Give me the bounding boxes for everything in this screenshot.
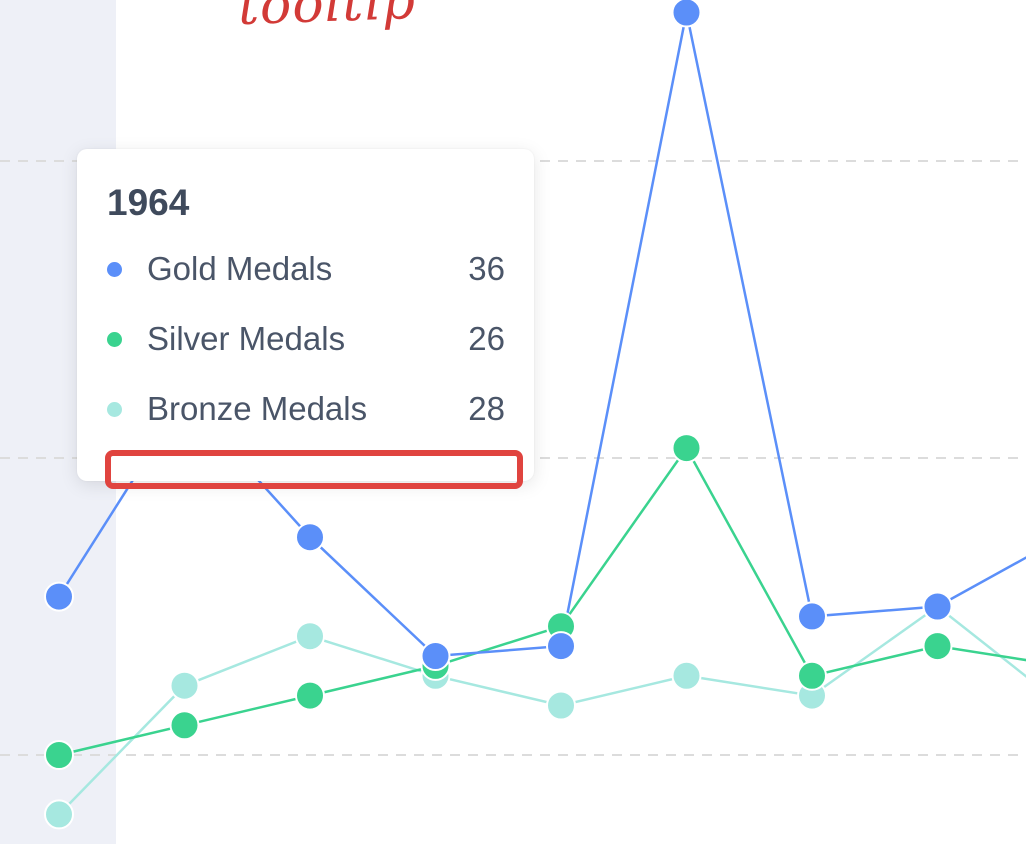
tooltip-annotation: tooltip	[237, 0, 417, 38]
data-point-bronze-medals[interactable]	[671, 660, 702, 691]
chart-tooltip: 1964 Gold Medals 36 Silver Medals 26 Bro…	[77, 149, 534, 481]
tooltip-title: 1964	[107, 182, 190, 223]
bronze-marker-icon	[107, 401, 122, 417]
data-point-gold-medals[interactable]	[420, 641, 451, 671]
data-point-gold-medals[interactable]	[295, 522, 325, 553]
data-point-bronze-medals[interactable]	[169, 670, 200, 701]
data-point-gold-medals[interactable]	[671, 0, 702, 28]
silver-marker-icon	[107, 331, 122, 347]
series-line-silver-medals	[58, 445, 1026, 757]
tooltip-row-silver: Silver Medals 26	[107, 319, 505, 359]
data-point-gold-medals[interactable]	[546, 631, 576, 662]
tooltip-row-gold: Gold Medals 36	[107, 249, 505, 289]
tooltip-value-silver: 26	[468, 320, 505, 357]
data-point-silver-medals[interactable]	[671, 433, 702, 464]
data-point-silver-medals[interactable]	[922, 631, 953, 662]
tooltip-label-bronze: Bronze Medals	[147, 390, 368, 427]
data-point-silver-medals[interactable]	[169, 710, 200, 741]
highlight-box	[105, 450, 523, 489]
series-line-bronze-medals	[58, 604, 1026, 816]
tooltip-label-silver: Silver Medals	[147, 320, 346, 357]
data-point-bronze-medals[interactable]	[546, 690, 576, 721]
gold-marker-icon	[107, 261, 122, 277]
tooltip-value-bronze: 28	[468, 390, 505, 427]
tooltip-row-bronze: Bronze Medals 28	[107, 389, 505, 429]
tooltip-label-gold: Gold Medals	[147, 250, 333, 287]
data-point-gold-medals[interactable]	[922, 591, 953, 622]
data-point-gold-medals[interactable]	[44, 581, 74, 612]
data-point-silver-medals[interactable]	[44, 740, 74, 770]
data-point-bronze-medals[interactable]	[295, 621, 325, 652]
data-point-gold-medals[interactable]	[797, 601, 827, 632]
tooltip-value-gold: 36	[468, 250, 505, 287]
data-point-silver-medals[interactable]	[295, 680, 325, 711]
data-point-bronze-medals[interactable]	[44, 799, 74, 830]
data-point-silver-medals[interactable]	[797, 660, 827, 691]
